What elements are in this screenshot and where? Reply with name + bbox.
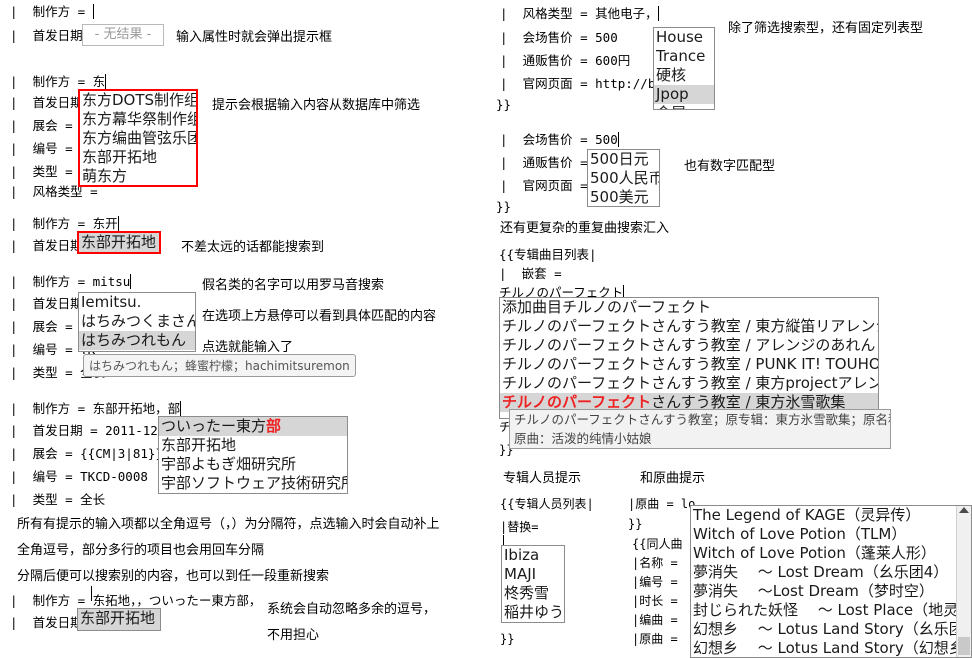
dropdown-item[interactable]: 幻想乡 ～ Lotus Land Story（幻想乡） bbox=[691, 639, 971, 657]
text-caret bbox=[130, 274, 132, 289]
dropdown-item[interactable]: はちみつくまさん bbox=[79, 312, 195, 331]
left-block5-line5: | 类型 = 全长 bbox=[10, 492, 106, 507]
dropdown-item[interactable]: 500人民币 bbox=[588, 169, 659, 188]
dropdown-item[interactable]: 500日元 bbox=[588, 150, 659, 169]
left-block6-note2: 不用担心 bbox=[267, 628, 320, 643]
dropdown-item[interactable]: 东部开拓地 bbox=[159, 436, 347, 455]
right-block2-line2: | 通贩售价 = bbox=[500, 155, 596, 170]
staff-dropdown[interactable]: Ibiza MAJI 柊秀雪 稲井ゆう bbox=[501, 545, 565, 623]
dropdown-item[interactable]: チルノのパーフェクトさんすう教室 / PUNK IT! TOUHOU bbox=[500, 355, 878, 374]
dropdown-item[interactable]: 封じられた妖怪 ～ Lost Place（地灵殿 bbox=[691, 601, 971, 620]
right-block1-note: 除了筛选搜索型，还有固定列表型 bbox=[728, 21, 924, 36]
left-block1-note: 输入属性时就会弹出提示框 bbox=[176, 30, 333, 45]
dropdown-item[interactable]: 萌东方 bbox=[80, 167, 196, 185]
left-block4-note2: 在选项上方悬停可以看到具体匹配的内容 bbox=[202, 309, 437, 324]
dropdown-item[interactable]: 东方幕华祭制作组 bbox=[80, 110, 196, 129]
right-block2-line4: }} bbox=[496, 199, 512, 214]
right-block4-right-line8: |原曲 = bbox=[632, 632, 685, 646]
text-caret bbox=[657, 6, 659, 21]
highlight-match: 部 bbox=[266, 417, 282, 435]
match-token-dongbukaituodi-2[interactable]: 东部开拓地 bbox=[77, 608, 161, 631]
dropdown-item[interactable]: 东方编曲管弦乐团 bbox=[80, 129, 196, 148]
left-block4-note1: 假名类的名字可以用罗马音搜索 bbox=[202, 278, 385, 293]
dropdown-item[interactable]: Iemitsu. bbox=[79, 293, 195, 312]
tooltip-line2: 原曲：活泼的纯情小姑娘 bbox=[514, 431, 652, 446]
dropdown-item[interactable]: Jpop bbox=[654, 85, 714, 104]
price-dropdown[interactable]: 500日元 500人民币 500美元 bbox=[587, 149, 660, 207]
left-block4-note3: 点选就能输入了 bbox=[202, 340, 294, 355]
right-block4-heading-left: 专辑人员提示 bbox=[503, 471, 582, 486]
right-block2-line3: | 官网页面 = bbox=[500, 178, 596, 193]
dropdown-item[interactable]: 稲井ゆう bbox=[502, 603, 564, 622]
dropdown-item[interactable]: 东部开拓地 bbox=[80, 148, 196, 167]
dropdown-item[interactable]: ついったー東方部 bbox=[159, 417, 347, 436]
left-block4-line1: | 制作方 = mitsu bbox=[10, 274, 132, 289]
dropdown-item[interactable]: Ibiza bbox=[502, 546, 564, 565]
paragraph-line3: 分隔后便可以搜索别的内容，也可以到任一段重新搜索 bbox=[17, 569, 330, 584]
dropdown-item[interactable]: 夢消失 ～Lost Dream（梦时空） bbox=[691, 582, 959, 601]
song-match-tooltip: チルノのパーフェクトさんすう教室；原专辑：東方氷雪歌集；原名称 原曲：活泼的纯情… bbox=[509, 409, 891, 449]
text-caret bbox=[92, 4, 94, 19]
dropdown-item[interactable]: チルノのパーフェクトさんすう教室 / 東方projectアレンジ bbox=[500, 374, 878, 393]
dropdown-item[interactable]: House bbox=[654, 28, 714, 47]
right-block1-line3: | 通贩售价 = 600円 bbox=[500, 53, 631, 68]
paragraph-line2: 全角逗号，部分多行的项目也会用回车分隔 bbox=[17, 543, 265, 558]
dropdown-item[interactable]: 硬核 bbox=[654, 66, 714, 85]
right-block3-heading: 还有更复杂的重复曲搜索汇入 bbox=[500, 221, 670, 236]
dropdown-item[interactable]: Trance bbox=[654, 47, 714, 66]
dropdown-item[interactable]: 幻想乡 ～ Lotus Land Story（幺乐团1 bbox=[691, 620, 971, 639]
suggestion-dropdown-dongfang[interactable]: 东方DOTS制作组 东方幕华祭制作组 东方编曲管弦乐团 东部开拓地 萌东方 bbox=[78, 89, 198, 187]
dropdown-item[interactable]: 东方DOTS制作组 bbox=[80, 91, 196, 110]
left-block1-line1: | 制作方 = bbox=[10, 4, 94, 19]
text-caret bbox=[91, 586, 92, 601]
right-block1-line1: | 风格类型 = 其他电子， bbox=[500, 6, 659, 21]
scrollbar-thumb[interactable] bbox=[958, 637, 970, 655]
dropdown-item[interactable]: Witch of Love Potion（蓬莱人形） bbox=[691, 544, 959, 563]
dropdown-item[interactable]: チルノのパーフェクトさんすう教室 / アレンジのあれんじ bbox=[500, 336, 878, 355]
song-suggestion-dropdown[interactable]: 添加曲目チルノのパーフェクト チルノのパーフェクトさんすう教室 / 東方縦笛リア… bbox=[499, 297, 879, 419]
right-block4-left-line2: |替换= bbox=[500, 520, 539, 534]
right-block4-left-line1: {{专辑人员列表| bbox=[500, 497, 594, 511]
left-block5-line4: | 编号 = TKCD-0008 bbox=[10, 469, 148, 484]
dropdown-item[interactable]: 夢消失 ～ Lost Dream（幺乐团4） bbox=[691, 563, 959, 582]
dropdown-item[interactable]: 添加曲目チルノのパーフェクト bbox=[500, 298, 878, 317]
dropdown-item[interactable]: 宇部よもぎ畑研究所 bbox=[159, 455, 347, 474]
style-type-dropdown[interactable]: House Trance 硬核 Jpop 金属 bbox=[653, 27, 715, 110]
left-block2-note: 提示会根据输入内容从数据库中筛选 bbox=[212, 98, 421, 113]
dropdown-item[interactable]: チルノのパーフェクトさんすう教室 / 東方縦笛リアレンジ bbox=[500, 317, 878, 336]
left-block5-line1: | 制作方 = 东部开拓地，部 bbox=[10, 401, 182, 416]
left-block6-note1: 系统会自动忽略多余的逗号， bbox=[267, 602, 437, 617]
dropdown-item[interactable]: 宇部ソフトウェア技術研究所 bbox=[159, 474, 347, 493]
dropdown-item[interactable]: 500美元 bbox=[588, 188, 659, 206]
suggestion-dropdown-bu[interactable]: ついったー東方部 东部开拓地 宇部よもぎ畑研究所 宇部ソフトウェア技術研究所 bbox=[158, 416, 348, 494]
right-block1-line2: | 会场售价 = 500 bbox=[500, 30, 618, 45]
left-block5-line2: | 首发日期 = 2011-12-30 bbox=[10, 423, 181, 438]
dropdown-item[interactable]: MAJI bbox=[502, 565, 564, 584]
right-block1-line4: | 官网页面 = http://blo bbox=[500, 76, 671, 91]
dropdown-item[interactable]: Witch of Love Potion（TLM） bbox=[691, 525, 959, 544]
text-caret bbox=[180, 401, 182, 416]
text-caret bbox=[105, 74, 107, 89]
dropdown-item[interactable]: 柊秀雪 bbox=[502, 584, 564, 603]
dropdown-item[interactable]: 金属 bbox=[654, 104, 714, 109]
dropdown-item[interactable]: はちみつれもん bbox=[79, 331, 195, 350]
left-block3-note: 不差太远的话都能搜索到 bbox=[181, 240, 325, 255]
no-result-box: - 无结果 - bbox=[82, 24, 164, 46]
text-caret bbox=[617, 132, 619, 147]
match-tooltip: はちみつれもん；蜂蜜柠檬；hachimitsuremon bbox=[83, 354, 356, 377]
left-block5-line3: | 展会 = {{CM|3|81}} bbox=[10, 446, 163, 461]
paragraph-line1: 所有有提示的输入项都以全角逗号（，）为分隔符，点选输入时会自动补上 bbox=[17, 517, 440, 532]
right-block2-note: 也有数字匹配型 bbox=[684, 159, 776, 174]
right-block4-left-end: }} bbox=[500, 632, 515, 646]
tooltip-line1: チルノのパーフェクトさんすう教室；原专辑：東方氷雪歌集；原名称 bbox=[514, 412, 891, 427]
text-caret bbox=[117, 216, 119, 231]
original-song-dropdown[interactable]: The Legend of KAGE（灵异传） Witch of Love Po… bbox=[690, 505, 972, 658]
right-block4-heading-right: 和原曲提示 bbox=[640, 471, 706, 486]
right-block1-line5: }} bbox=[496, 97, 512, 112]
dropdown-item[interactable]: The Legend of KAGE（灵异传） bbox=[691, 506, 959, 525]
dropdown-scrollbar[interactable] bbox=[956, 506, 971, 657]
match-token-dongbukaituodi[interactable]: 东部开拓地 bbox=[77, 231, 161, 254]
scroll-up-arrow-icon[interactable] bbox=[959, 507, 969, 513]
suggestion-dropdown-mitsu[interactable]: Iemitsu. はちみつくまさん はちみつれもん bbox=[78, 292, 196, 352]
